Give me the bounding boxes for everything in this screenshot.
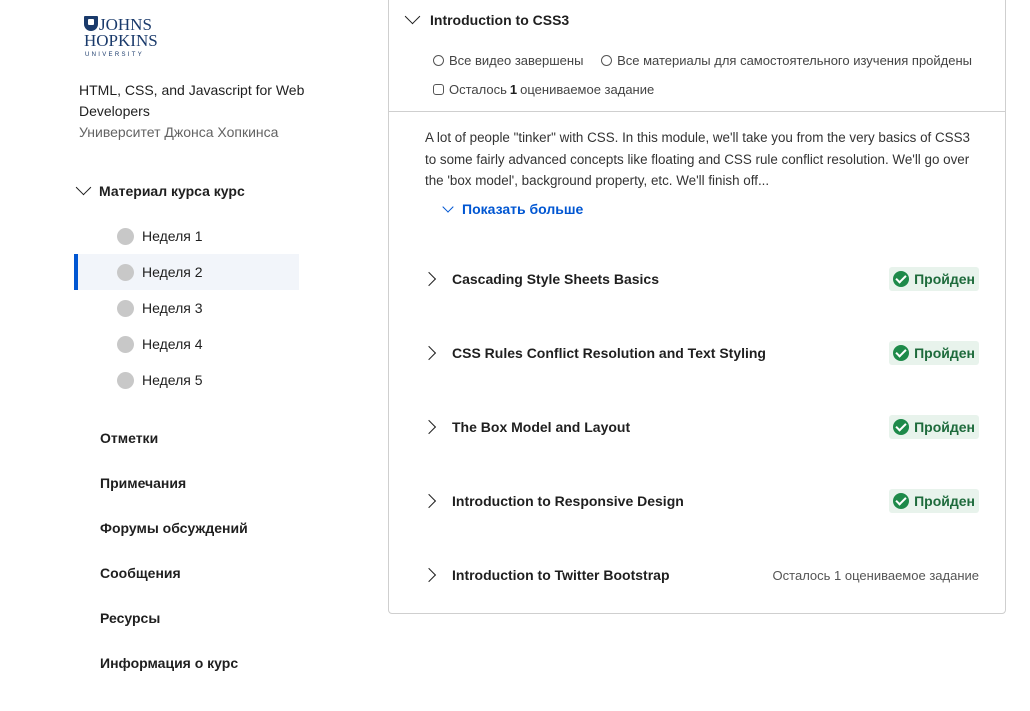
week-label: Неделя 2 bbox=[142, 264, 203, 280]
course-title: HTML, CSS, and Javascript for Web Develo… bbox=[79, 82, 305, 119]
lesson-row[interactable]: The Box Model and Layout Пройден bbox=[421, 412, 979, 442]
divider bbox=[389, 111, 1005, 112]
assignments-status: Осталось 1 оцениваемое задание bbox=[433, 78, 654, 100]
chevron-right-icon bbox=[421, 345, 437, 361]
week-label: Неделя 5 bbox=[142, 372, 203, 388]
lesson-title: Introduction to Twitter Bootstrap bbox=[452, 567, 670, 583]
remaining-prefix: Осталось bbox=[449, 81, 507, 97]
lesson-title: Cascading Style Sheets Basics bbox=[452, 271, 659, 287]
sidebar-item-week-3[interactable]: Неделя 3 bbox=[74, 290, 299, 326]
chevron-down-icon bbox=[75, 179, 92, 196]
shield-logo-icon bbox=[84, 16, 98, 31]
university-logo[interactable]: JOHNS HOPKINS UNIVERSITY bbox=[84, 15, 158, 60]
week-status-icon bbox=[117, 371, 134, 389]
sidebar-item-week-1[interactable]: Неделя 1 bbox=[74, 218, 299, 254]
sidebar-item-course-info[interactable]: Информация о курс bbox=[100, 650, 248, 695]
week-status-icon bbox=[117, 263, 134, 281]
remaining-suffix: оцениваемое задание bbox=[520, 81, 655, 97]
assignment-icon bbox=[433, 83, 444, 95]
lesson-row[interactable]: Introduction to Twitter Bootstrap Остало… bbox=[421, 560, 979, 590]
sidebar-item-notes[interactable]: Примечания bbox=[100, 470, 248, 515]
chevron-down-icon bbox=[404, 8, 421, 25]
play-circle-icon bbox=[433, 54, 444, 66]
week-list: Неделя 1 Неделя 2 Неделя 3 Неделя 4 Неде… bbox=[74, 218, 299, 398]
chevron-right-icon bbox=[421, 419, 437, 435]
logo-line-2: HOPKINS bbox=[84, 31, 158, 50]
sidebar-item-messages[interactable]: Сообщения bbox=[100, 560, 248, 605]
sidebar-item-forums[interactable]: Форумы обсуждений bbox=[100, 515, 248, 560]
chevron-right-icon bbox=[421, 493, 437, 509]
show-more-button[interactable]: Показать больше bbox=[442, 201, 583, 217]
chevron-down-icon bbox=[442, 201, 454, 213]
reading-icon bbox=[601, 54, 613, 66]
course-material-label: Материал курса курс bbox=[99, 182, 245, 199]
status-badge: Пройден bbox=[889, 489, 979, 513]
status-badge: Пройден bbox=[889, 267, 979, 291]
week-label: Неделя 3 bbox=[142, 300, 203, 316]
module-title: Introduction to CSS3 bbox=[430, 11, 570, 28]
remaining-count: 1 bbox=[509, 81, 518, 97]
status-badge-text: Пройден bbox=[914, 419, 975, 435]
lesson-row[interactable]: Cascading Style Sheets Basics Пройден bbox=[421, 264, 979, 294]
status-badge-text: Пройден bbox=[914, 345, 975, 361]
sidebar-item-week-4[interactable]: Неделя 4 bbox=[74, 326, 299, 362]
logo-line-3: UNIVERSITY bbox=[85, 52, 145, 58]
videos-status: Все видео завершены bbox=[433, 49, 583, 71]
status-badge-text: Пройден bbox=[914, 493, 975, 509]
show-more-label: Показать больше bbox=[462, 201, 584, 217]
lesson-row[interactable]: Introduction to Responsive Design Пройде… bbox=[421, 486, 979, 516]
lesson-title: Introduction to Responsive Design bbox=[452, 493, 684, 509]
lesson-title: The Box Model and Layout bbox=[452, 419, 631, 435]
chevron-right-icon bbox=[421, 567, 437, 583]
check-circle-icon bbox=[893, 493, 910, 509]
module-panel: Introduction to CSS3 Все видео завершены… bbox=[388, 0, 1006, 614]
week-label: Неделя 4 bbox=[142, 336, 203, 352]
week-status-icon bbox=[117, 227, 134, 245]
status-badge: Пройден bbox=[889, 415, 979, 439]
module-header-toggle[interactable]: Introduction to CSS3 bbox=[404, 8, 570, 28]
sidebar-item-week-5[interactable]: Неделя 5 bbox=[74, 362, 299, 398]
module-stats: Все видео завершены Все материалы для са… bbox=[433, 49, 986, 100]
sidebar-item-grades[interactable]: Отметки bbox=[100, 425, 248, 470]
week-status-icon bbox=[117, 335, 134, 353]
videos-status-text: Все видео завершены bbox=[449, 52, 584, 68]
chevron-right-icon bbox=[421, 271, 437, 287]
sidebar-item-resources[interactable]: Ресурсы bbox=[100, 605, 248, 650]
lesson-title: CSS Rules Conflict Resolution and Text S… bbox=[452, 345, 766, 361]
week-status-icon bbox=[117, 299, 134, 317]
sidebar-item-week-2[interactable]: Неделя 2 bbox=[74, 254, 299, 290]
status-badge: Пройден bbox=[889, 341, 979, 365]
check-circle-icon bbox=[893, 345, 910, 361]
lesson-row[interactable]: CSS Rules Conflict Resolution and Text S… bbox=[421, 338, 979, 368]
readings-status-text: Все материалы для самостоятельного изуче… bbox=[617, 52, 972, 68]
week-label: Неделя 1 bbox=[142, 228, 203, 244]
check-circle-icon bbox=[893, 419, 910, 435]
check-circle-icon bbox=[893, 271, 910, 287]
status-badge-text: Пройден bbox=[914, 271, 975, 287]
sidebar-nav: Отметки Примечания Форумы обсуждений Соо… bbox=[100, 425, 248, 695]
module-description: A lot of people "tinker" with CSS. In th… bbox=[425, 130, 970, 188]
course-university: Университет Джонса Хопкинса bbox=[79, 124, 279, 140]
lesson-remaining-text: Осталось 1 оцениваемое задание bbox=[772, 567, 979, 583]
course-material-toggle[interactable]: Материал курса курс bbox=[74, 179, 245, 199]
readings-status: Все материалы для самостоятельного изуче… bbox=[601, 49, 972, 71]
